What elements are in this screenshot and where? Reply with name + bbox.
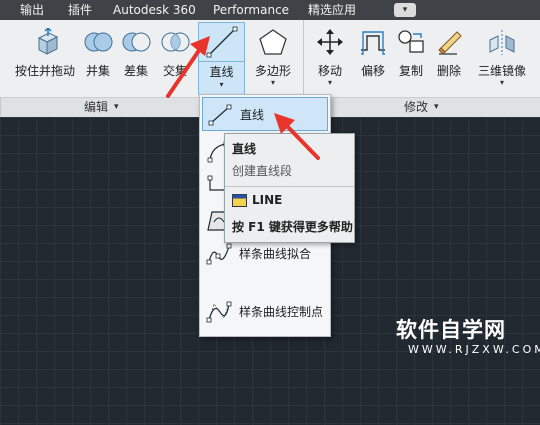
offset-button[interactable]: 偏移 (353, 20, 393, 80)
menu-bar: 输出 插件 Autodesk 360 Performance 精选应用 ▾ (0, 0, 540, 20)
polygon-dropdown-arrow[interactable]: ▾ (250, 78, 296, 87)
line-button[interactable]: 直线 ▾ (198, 22, 245, 95)
mirror3d-icon (489, 30, 515, 55)
subtract-icon (122, 32, 151, 52)
menu-performance[interactable]: Performance (213, 0, 289, 20)
dropdown-item-spline-cv[interactable]: 样条曲线控制点 (202, 295, 328, 329)
menu-featured-apps[interactable]: 精选应用 (308, 0, 356, 20)
tooltip-divider (225, 186, 354, 187)
tooltip-description: 创建直线段 (232, 164, 293, 178)
line-icon (206, 26, 238, 58)
edit-panel-title[interactable]: 编辑 (84, 98, 108, 117)
mirror3d-dropdown-arrow[interactable]: ▾ (472, 78, 532, 87)
line-button-label: 直线 (209, 65, 234, 79)
offset-label: 偏移 (360, 64, 385, 78)
panel-left-edge (0, 97, 1, 116)
line-icon (208, 104, 232, 126)
spline-cv-icon (206, 301, 232, 323)
intersect-label: 交集 (162, 64, 187, 78)
dropdown-item-spline-cv-label: 样条曲线控制点 (239, 305, 324, 319)
subtract-label: 差集 (123, 64, 148, 78)
line-tooltip: 直线 创建直线段 LINE 按 F1 键获得更多帮助 (224, 133, 355, 243)
command-line-icon (232, 194, 247, 207)
intersect-button[interactable]: 交集 (157, 20, 193, 80)
presspull-button[interactable]: 按住并拖动 (12, 20, 78, 80)
subtract-button[interactable]: 差集 (118, 20, 154, 80)
offset-icon (361, 31, 385, 55)
modify-panel-title[interactable]: 修改 (404, 98, 428, 117)
dropdown-item-line[interactable]: 直线 (202, 97, 328, 131)
spline-fit-icon (206, 243, 232, 265)
move-icon (317, 29, 343, 55)
erase-label: 删除 (436, 64, 461, 78)
erase-button[interactable]: 删除 (430, 20, 468, 80)
edit-panel-arrow[interactable]: ▾ (114, 98, 119, 117)
watermark-logo: 软件自学网 (396, 318, 506, 342)
union-label: 并集 (85, 64, 110, 78)
polygon-icon (259, 29, 287, 55)
union-icon (84, 32, 113, 52)
polygon-label: 多边形 (254, 64, 291, 78)
presspull-label: 按住并拖动 (14, 64, 75, 78)
tooltip-help-hint: 按 F1 键获得更多帮助 (232, 220, 353, 234)
copy-button[interactable]: 复制 (394, 20, 428, 80)
menu-autodesk-360[interactable]: Autodesk 360 (113, 0, 196, 20)
mirror3d-label: 三维镜像 (477, 64, 526, 78)
copy-icon (398, 30, 424, 53)
erase-icon (438, 31, 462, 55)
intersect-icon (161, 32, 190, 52)
move-label: 移动 (317, 64, 342, 78)
menu-plugins[interactable]: 插件 (68, 0, 92, 20)
move-dropdown-arrow[interactable]: ▾ (310, 78, 350, 87)
tooltip-title: 直线 (232, 142, 257, 156)
line-button-split (199, 61, 244, 62)
line-button-dropdown-arrow[interactable]: ▾ (199, 80, 244, 89)
polygon-button[interactable]: 多边形 ▾ (250, 20, 296, 92)
tooltip-command-name: LINE (252, 193, 283, 207)
watermark-url: WWW.RJZXW.COM (408, 343, 540, 356)
menu-output[interactable]: 输出 (20, 0, 44, 20)
mirror3d-button[interactable]: 三维镜像 ▾ (472, 20, 532, 92)
union-button[interactable]: 并集 (80, 20, 116, 80)
copy-label: 复制 (398, 64, 423, 78)
presspull-icon (37, 28, 59, 55)
dropdown-item-line-label: 直线 (240, 108, 265, 122)
modify-panel-arrow[interactable]: ▾ (434, 98, 439, 117)
move-button[interactable]: 移动 ▾ (310, 20, 350, 92)
ribbon-options-dropdown[interactable]: ▾ (394, 3, 416, 17)
